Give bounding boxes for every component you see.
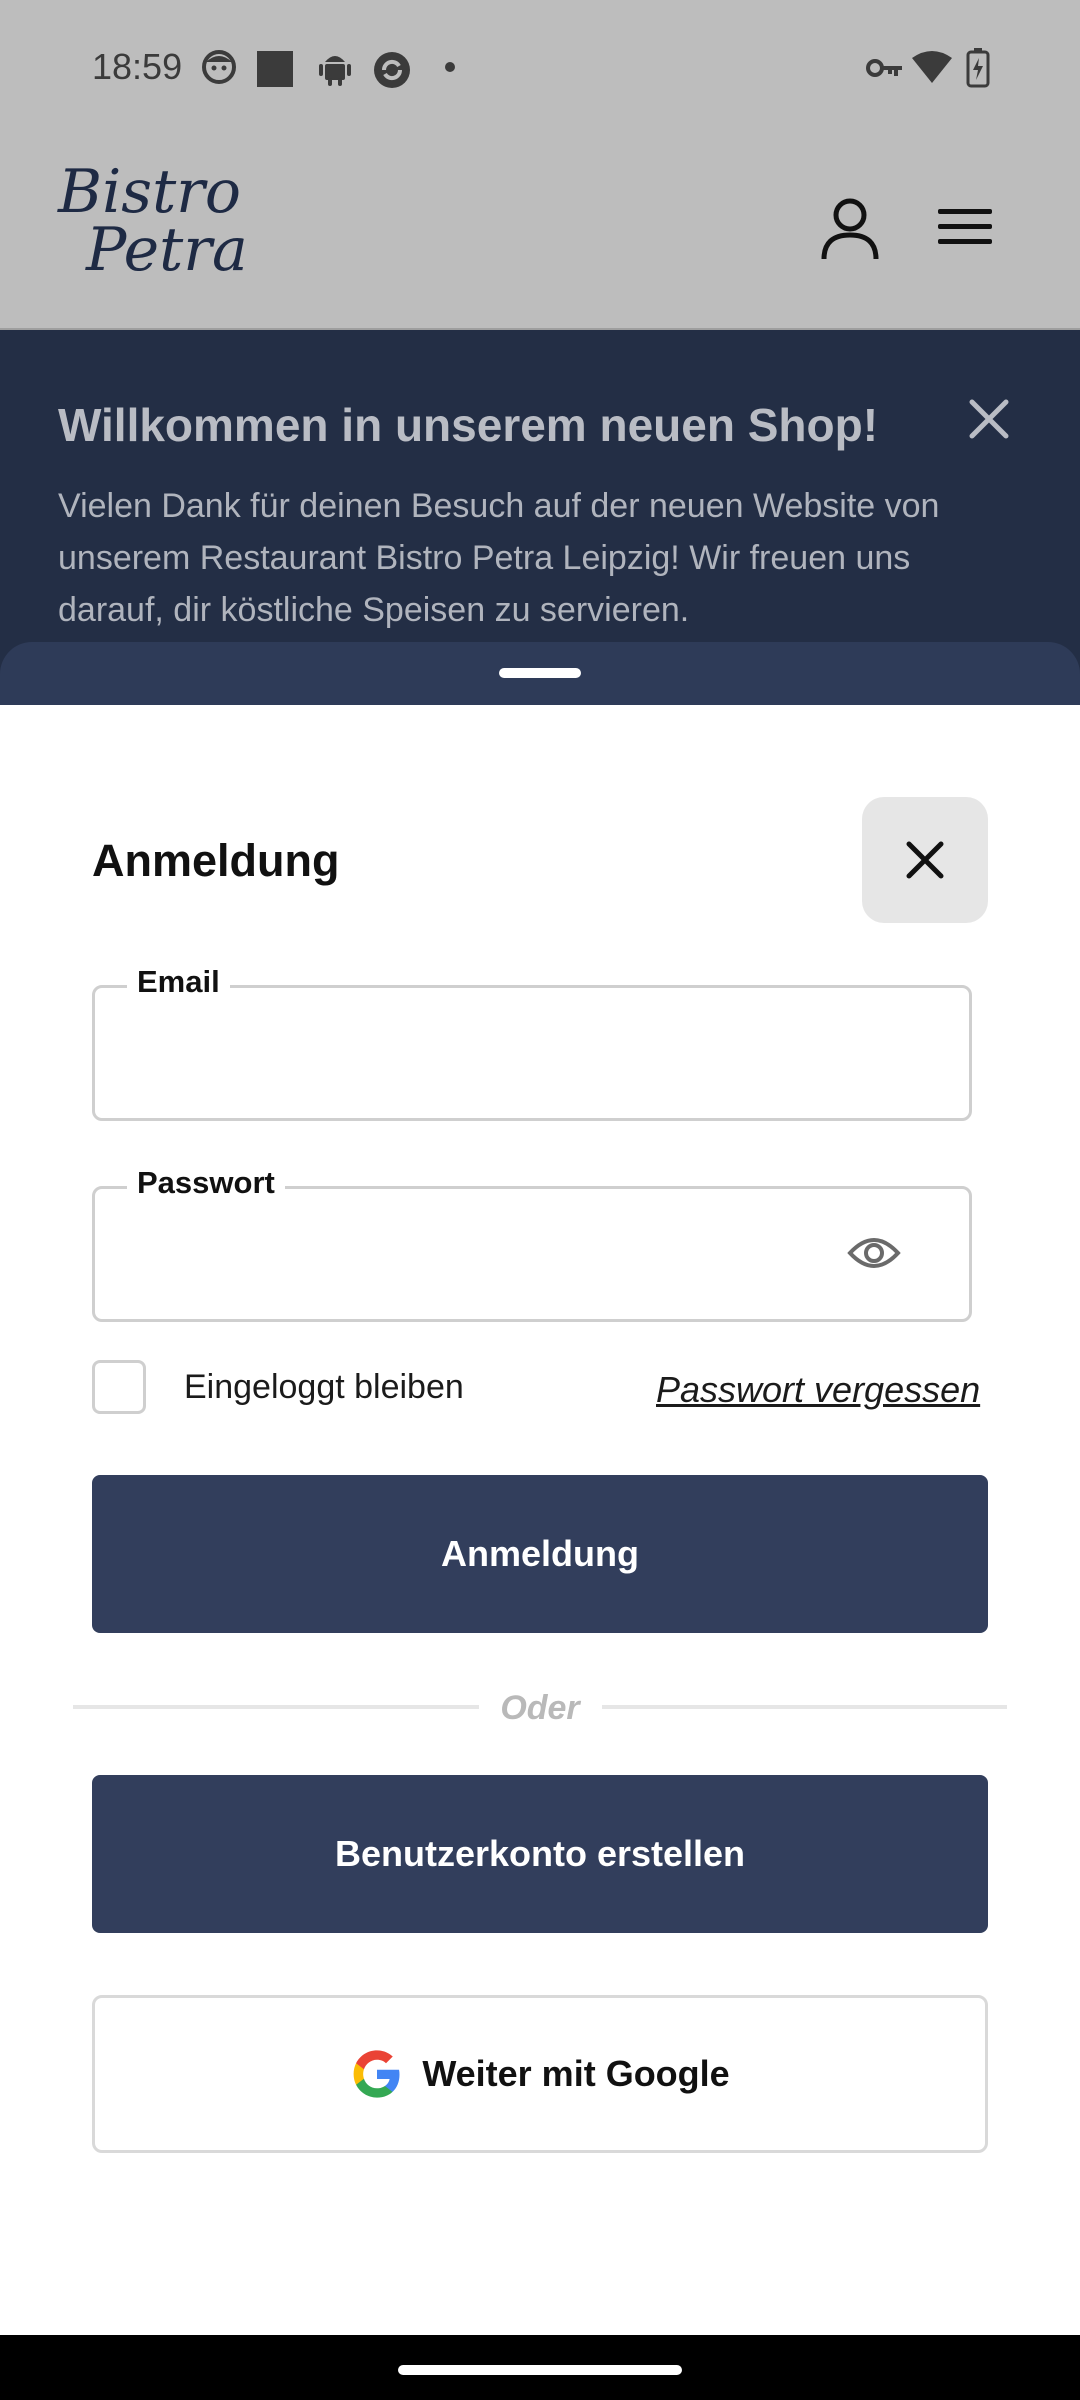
- sheet-drag-area[interactable]: [0, 642, 1080, 706]
- banner-title: Willkommen in unserem neuen Shop!: [58, 399, 879, 451]
- password-field: Passwort: [92, 1165, 972, 1322]
- face-icon: [202, 50, 236, 84]
- key-icon: [866, 59, 902, 77]
- site-header: Bistro Petra: [0, 135, 1080, 330]
- remember-label: Eingeloggt bleiben: [184, 1367, 464, 1406]
- banner-text: Vielen Dank für deinen Besuch auf der ne…: [58, 487, 940, 629]
- navigation-bar: [0, 2335, 1080, 2400]
- email-input[interactable]: [115, 1018, 879, 1090]
- google-button-label: Weiter mit Google: [422, 2053, 730, 2094]
- banner-close-icon[interactable]: [968, 398, 1010, 440]
- email-field: Email: [92, 964, 972, 1121]
- menu-icon[interactable]: [938, 207, 992, 247]
- status-bar: 18:59: [0, 0, 1080, 135]
- wifi-icon: [912, 51, 952, 83]
- login-title: Anmeldung: [92, 835, 340, 886]
- login-sheet: Anmeldung Email Passwort Eingeloggt blei…: [0, 705, 1080, 2335]
- android-icon: [319, 56, 351, 86]
- login-button[interactable]: Anmeldung: [92, 1475, 988, 1633]
- close-button[interactable]: [862, 797, 988, 923]
- show-password-icon[interactable]: [847, 1233, 901, 1273]
- remember-me[interactable]: Eingeloggt bleiben: [92, 1360, 464, 1414]
- close-icon: [906, 841, 944, 879]
- sync-icon: [374, 52, 410, 88]
- password-label: Passwort: [127, 1165, 285, 1201]
- email-label: Email: [127, 964, 230, 1000]
- sheet-handle[interactable]: [499, 668, 581, 678]
- battery-charging-icon: [966, 48, 990, 88]
- logo[interactable]: Bistro Petra: [58, 157, 248, 285]
- user-icon[interactable]: [820, 197, 880, 261]
- google-login-button[interactable]: Weiter mit Google: [92, 1995, 988, 2153]
- square-icon: [257, 51, 293, 87]
- remember-checkbox[interactable]: [92, 1360, 146, 1414]
- forgot-password-link[interactable]: Passwort vergessen: [656, 1369, 980, 1411]
- status-time: 18:59: [92, 46, 183, 87]
- password-input[interactable]: [115, 1219, 879, 1291]
- register-button[interactable]: Benutzerkonto erstellen: [92, 1775, 988, 1933]
- dot-icon: [445, 62, 455, 72]
- home-gesture-handle[interactable]: [398, 2365, 682, 2375]
- logo-line2: Petra: [86, 215, 248, 285]
- logo-line1: Bistro: [58, 157, 241, 227]
- google-icon: [353, 2050, 400, 2098]
- divider-right: [602, 1705, 1007, 1709]
